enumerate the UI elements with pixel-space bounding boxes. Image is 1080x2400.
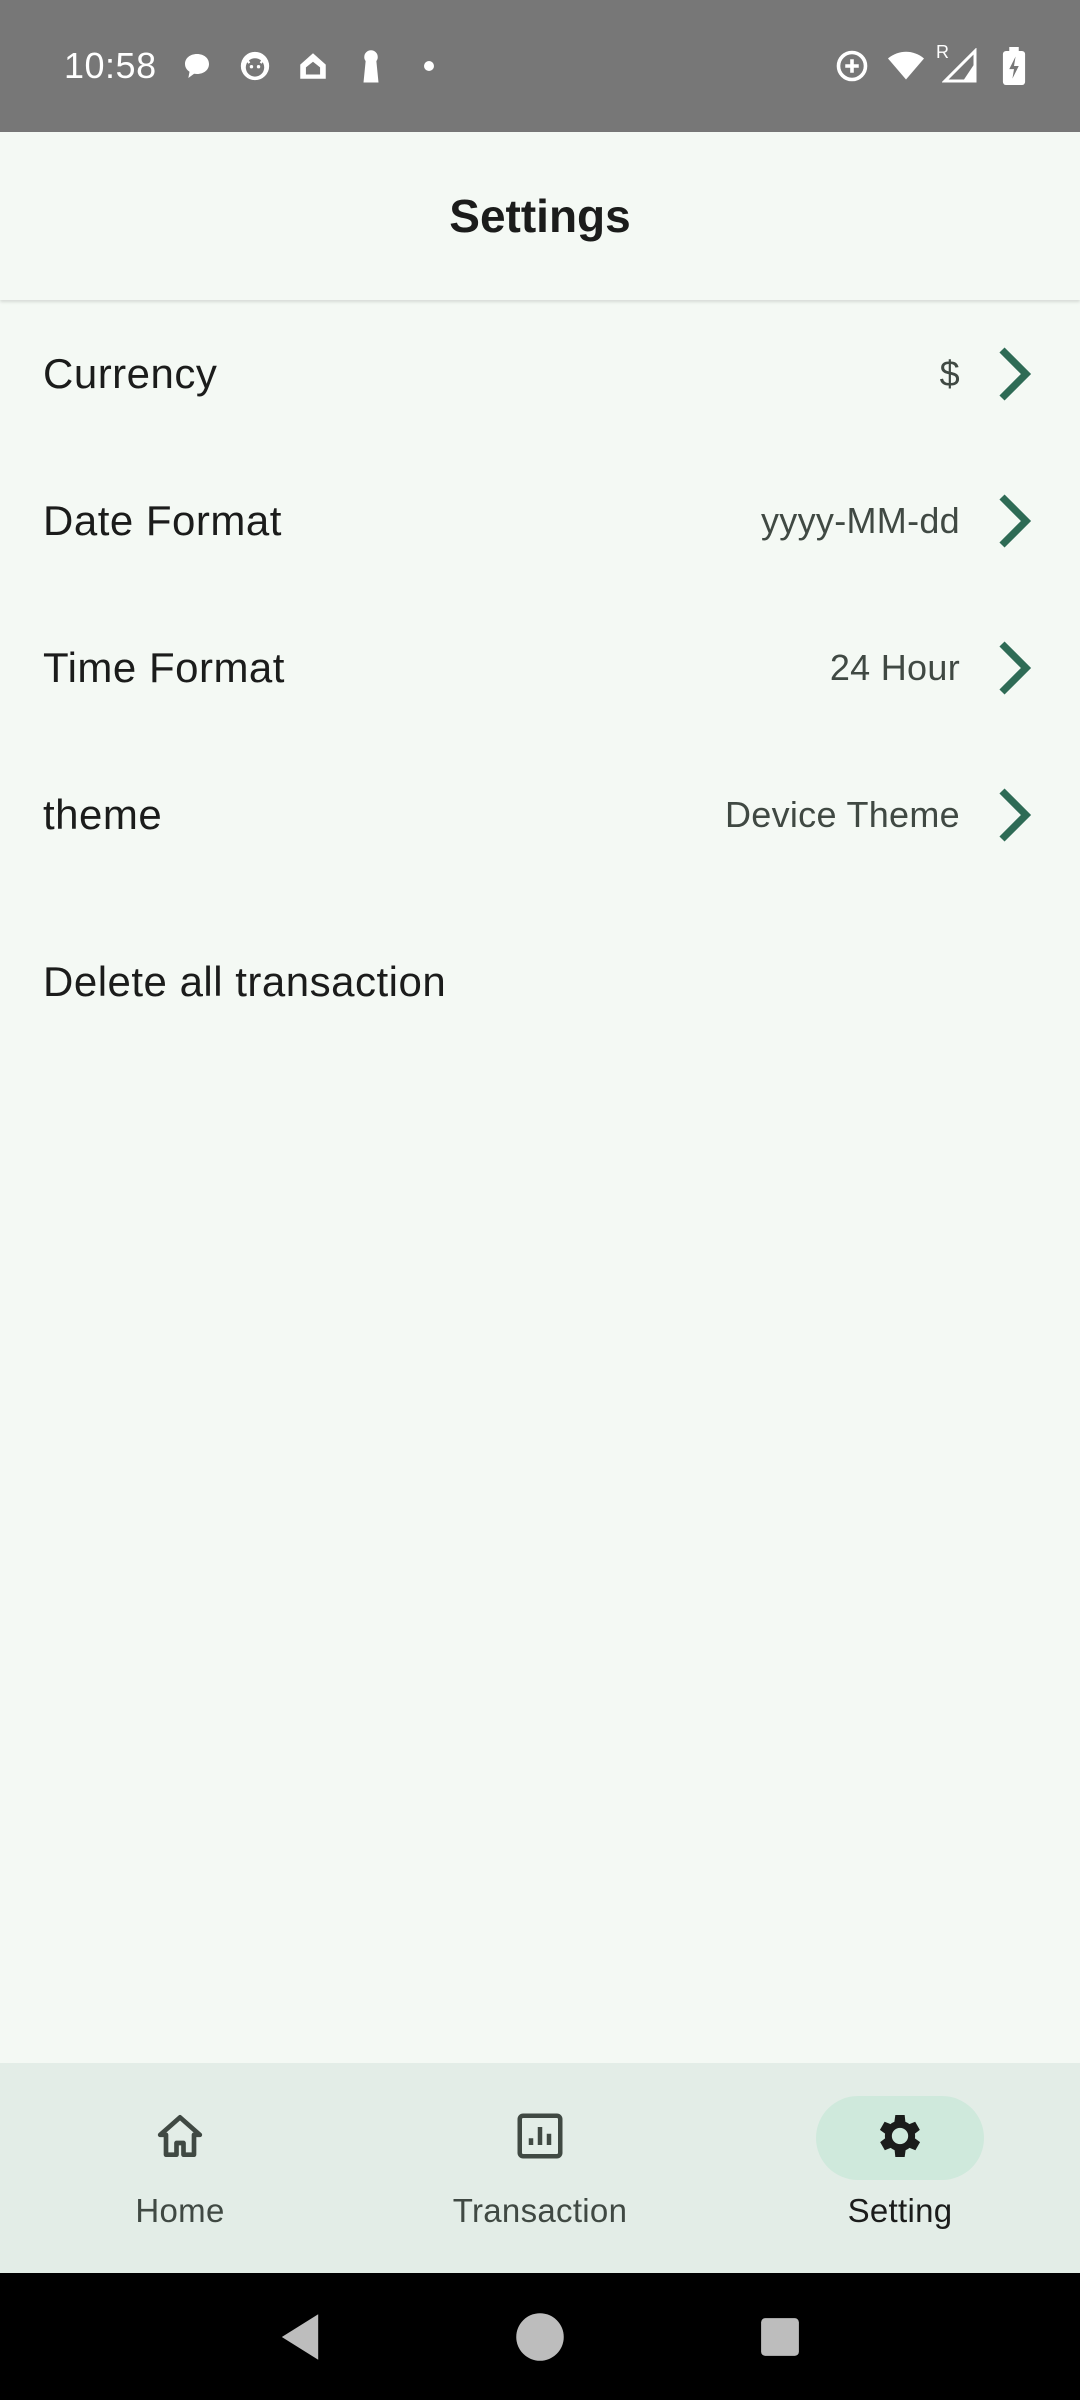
chevron-right-icon xyxy=(990,636,1038,700)
home-outline-icon xyxy=(295,48,331,84)
setting-value: $ xyxy=(939,352,960,394)
page-title: Settings xyxy=(449,190,631,242)
delete-all-transactions-button[interactable]: Delete all transaction xyxy=(0,908,1080,1055)
screen: 10:58 R Settings Currency $ Date Format … xyxy=(0,0,1080,2400)
chat-bubble-icon xyxy=(179,48,215,84)
keyhole-icon xyxy=(353,48,389,84)
setting-theme[interactable]: theme Device Theme xyxy=(0,741,1080,888)
signal-icon: R xyxy=(936,42,978,84)
back-icon[interactable] xyxy=(270,2307,330,2367)
status-left: 10:58 xyxy=(64,45,447,87)
delete-all-label: Delete all transaction xyxy=(43,957,447,1005)
nav-active-indicator xyxy=(816,2096,984,2180)
notification-icons xyxy=(179,48,447,84)
dot-icon xyxy=(411,48,447,84)
nav-item-transaction[interactable]: Transaction xyxy=(360,2063,720,2273)
status-right: R xyxy=(834,42,1032,85)
chevron-right-icon xyxy=(990,489,1038,553)
setting-label: Currency xyxy=(43,349,218,397)
gear-icon xyxy=(872,2108,928,2169)
chevron-right-icon xyxy=(990,783,1038,847)
setting-label: Time Format xyxy=(43,643,285,691)
settings-list: Currency $ Date Format yyyy-MM-dd Time F… xyxy=(0,300,1080,888)
nav-label: Home xyxy=(135,2192,225,2229)
wifi-icon xyxy=(888,48,924,84)
recents-icon[interactable] xyxy=(750,2307,810,2367)
bar-chart-icon xyxy=(513,2109,567,2168)
nav-item-setting[interactable]: Setting xyxy=(720,2063,1080,2273)
setting-label: Date Format xyxy=(43,496,282,544)
roaming-indicator: R xyxy=(936,42,949,62)
nav-icon-container xyxy=(456,2096,624,2180)
setting-value: Device Theme xyxy=(724,793,960,835)
cat-face-icon xyxy=(237,48,273,84)
home-circle-icon[interactable] xyxy=(510,2307,570,2367)
bottom-navigation: Home Transaction Setting xyxy=(0,2063,1080,2273)
setting-value: 24 Hour xyxy=(829,646,960,688)
setting-currency[interactable]: Currency $ xyxy=(0,300,1080,447)
chevron-right-icon xyxy=(990,342,1038,406)
nav-icon-container xyxy=(96,2096,264,2180)
status-bar: 10:58 R xyxy=(0,0,1080,132)
nav-label: Setting xyxy=(847,2192,953,2229)
battery-charging-icon xyxy=(996,47,1032,85)
status-time: 10:58 xyxy=(64,45,157,86)
system-navigation-bar xyxy=(0,2273,1080,2400)
home-icon xyxy=(152,2108,208,2169)
setting-date-format[interactable]: Date Format yyyy-MM-dd xyxy=(0,447,1080,594)
setting-value: yyyy-MM-dd xyxy=(761,499,960,541)
nav-label: Transaction xyxy=(452,2192,628,2229)
nav-item-home[interactable]: Home xyxy=(0,2063,360,2273)
data-saver-icon xyxy=(834,48,870,84)
setting-time-format[interactable]: Time Format 24 Hour xyxy=(0,594,1080,741)
top-app-bar: Settings xyxy=(0,132,1080,300)
setting-label: theme xyxy=(43,790,163,838)
